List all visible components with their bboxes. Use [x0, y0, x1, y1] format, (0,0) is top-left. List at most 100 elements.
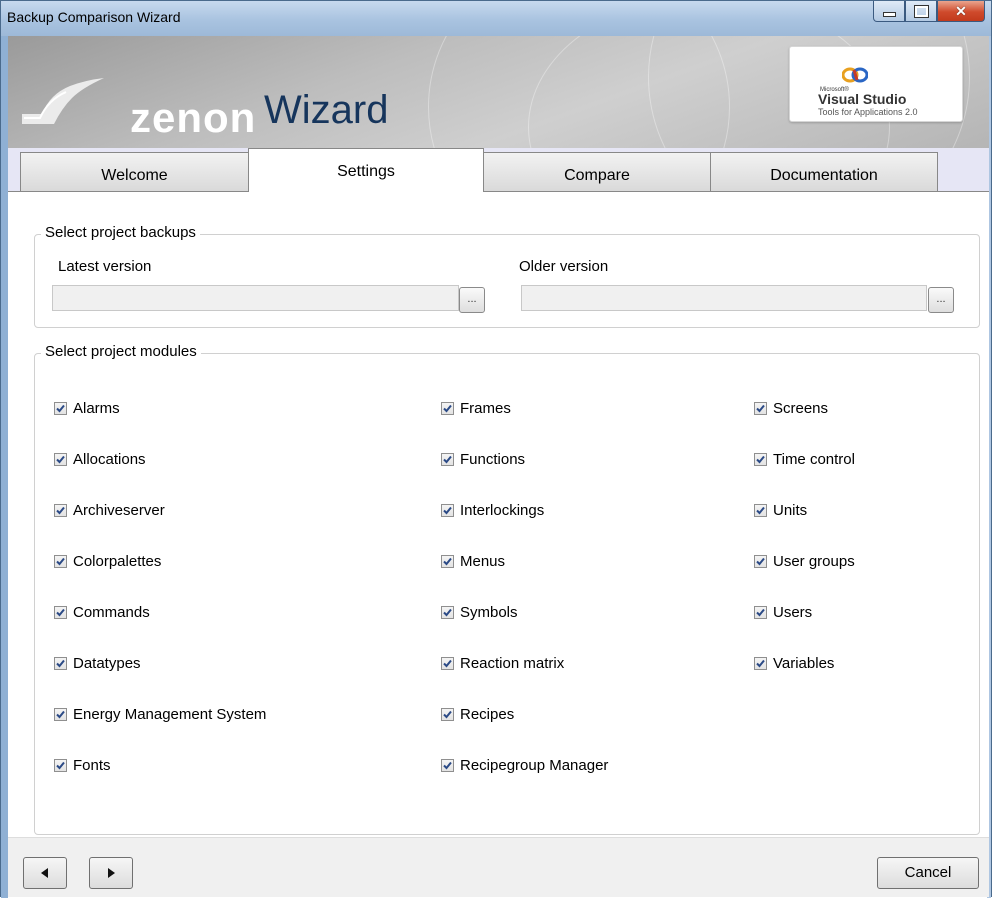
- module-checkbox-datatypes[interactable]: Datatypes: [54, 655, 141, 672]
- module-label: Recipes: [460, 706, 515, 723]
- module-checkbox-menus[interactable]: Menus: [441, 553, 505, 570]
- module-checkbox-screens[interactable]: Screens: [754, 400, 828, 417]
- module-label: Functions: [460, 451, 526, 468]
- module-checkbox-recipegroup-manager[interactable]: Recipegroup Manager: [441, 757, 608, 774]
- tab-documentation[interactable]: Documentation: [710, 152, 938, 192]
- project-backups-legend: Select project backups: [41, 224, 200, 241]
- title-bar: Backup Comparison Wizard ✕: [1, 1, 991, 36]
- module-checkbox-fonts[interactable]: Fonts: [54, 757, 111, 774]
- latest-version-field[interactable]: [52, 285, 459, 311]
- checkbox-icon[interactable]: [54, 606, 67, 619]
- module-checkbox-functions[interactable]: Functions: [441, 451, 525, 468]
- latest-browse-button[interactable]: ...: [459, 287, 485, 313]
- checkbox-icon[interactable]: [54, 453, 67, 466]
- caption-buttons: ✕: [873, 1, 985, 23]
- module-label: Fonts: [73, 757, 111, 774]
- module-checkbox-users[interactable]: Users: [754, 604, 812, 621]
- module-checkbox-variables[interactable]: Variables: [754, 655, 834, 672]
- module-label: Recipegroup Manager: [460, 757, 609, 774]
- tab-label: Documentation: [770, 167, 878, 184]
- module-checkbox-colorpalettes[interactable]: Colorpalettes: [54, 553, 161, 570]
- project-modules-group: Select project modules Alarms Allocations…: [34, 343, 980, 835]
- tab-label: Welcome: [101, 167, 168, 184]
- module-checkbox-commands[interactable]: Commands: [54, 604, 150, 621]
- checkbox-icon[interactable]: [54, 402, 67, 415]
- checkbox-icon[interactable]: [754, 402, 767, 415]
- checkbox-icon[interactable]: [54, 504, 67, 517]
- window-title: Backup Comparison Wizard: [7, 9, 181, 25]
- module-label: Interlockings: [460, 502, 545, 519]
- minimize-icon: [882, 11, 896, 17]
- latest-version-label: Latest version: [58, 258, 152, 275]
- module-label: Units: [773, 502, 808, 519]
- maximize-icon: [913, 4, 929, 18]
- checkbox-icon[interactable]: [441, 657, 454, 670]
- older-version-field[interactable]: [521, 285, 927, 311]
- module-label: Variables: [773, 655, 835, 672]
- product-name: Wizard: [264, 88, 389, 132]
- tab-strip: Welcome Settings Compare Documentation: [8, 148, 989, 192]
- brand-name: zenon: [130, 94, 257, 141]
- module-label: Symbols: [460, 604, 518, 621]
- vsta-logo-icon: [842, 67, 868, 83]
- checkbox-icon[interactable]: [754, 453, 767, 466]
- module-label: Allocations: [73, 451, 146, 468]
- module-checkbox-symbols[interactable]: Symbols: [441, 604, 518, 621]
- module-label: Datatypes: [73, 655, 141, 672]
- back-button[interactable]: [23, 857, 67, 889]
- module-label: Commands: [73, 604, 150, 621]
- tab-welcome[interactable]: Welcome: [20, 152, 249, 192]
- checkbox-icon[interactable]: [54, 708, 67, 721]
- zenon-logo-icon: [22, 78, 104, 124]
- checkbox-icon[interactable]: [441, 402, 454, 415]
- close-icon: ✕: [955, 2, 967, 19]
- checkbox-icon[interactable]: [54, 759, 67, 772]
- wizard-window: Backup Comparison Wizard ✕ zenon Wizard …: [0, 0, 992, 898]
- module-checkbox-archiveserver[interactable]: Archiveserver: [54, 502, 165, 519]
- checkbox-icon[interactable]: [754, 606, 767, 619]
- checkbox-icon[interactable]: [441, 555, 454, 568]
- module-checkbox-alarms[interactable]: Alarms: [54, 400, 120, 417]
- module-label: User groups: [773, 553, 855, 570]
- module-checkbox-energy-management-system[interactable]: Energy Management System: [54, 706, 266, 723]
- module-checkbox-user-groups[interactable]: User groups: [754, 553, 855, 570]
- tab-compare[interactable]: Compare: [483, 152, 711, 192]
- cancel-button[interactable]: Cancel: [877, 857, 979, 889]
- tab-label: Settings: [337, 163, 395, 180]
- module-checkbox-recipes[interactable]: Recipes: [441, 706, 514, 723]
- module-label: Energy Management System: [73, 706, 267, 723]
- module-checkbox-time-control[interactable]: Time control: [754, 451, 855, 468]
- checkbox-icon[interactable]: [441, 708, 454, 721]
- checkbox-icon[interactable]: [441, 759, 454, 772]
- minimize-button[interactable]: [873, 1, 905, 22]
- visual-studio-label: Visual Studio: [818, 91, 907, 107]
- module-label: Time control: [773, 451, 855, 468]
- module-checkbox-frames[interactable]: Frames: [441, 400, 511, 417]
- close-button[interactable]: ✕: [937, 1, 985, 22]
- checkbox-icon[interactable]: [54, 555, 67, 568]
- window-left-border: [1, 36, 8, 898]
- maximize-button[interactable]: [905, 1, 937, 22]
- checkbox-icon[interactable]: [754, 504, 767, 517]
- module-label: Menus: [460, 553, 506, 570]
- module-checkbox-interlockings[interactable]: Interlockings: [441, 502, 544, 519]
- module-checkbox-units[interactable]: Units: [754, 502, 807, 519]
- module-checkbox-allocations[interactable]: Allocations: [54, 451, 146, 468]
- checkbox-icon[interactable]: [441, 453, 454, 466]
- wizard-footer: Cancel: [8, 837, 989, 897]
- older-browse-button[interactable]: ...: [928, 287, 954, 313]
- checkbox-icon[interactable]: [441, 606, 454, 619]
- arrow-right-icon: [108, 868, 115, 878]
- visual-studio-badge: Microsoft® Visual Studio Tools for Appli…: [789, 46, 963, 122]
- module-checkbox-reaction-matrix[interactable]: Reaction matrix: [441, 655, 564, 672]
- project-backups-group: Select project backups Latest version ..…: [34, 224, 980, 328]
- module-label: Alarms: [73, 400, 120, 417]
- tab-settings[interactable]: Settings: [248, 148, 484, 192]
- older-version-label: Older version: [519, 258, 609, 275]
- checkbox-icon[interactable]: [754, 657, 767, 670]
- forward-button[interactable]: [89, 857, 133, 889]
- checkbox-icon[interactable]: [54, 657, 67, 670]
- checkbox-icon[interactable]: [754, 555, 767, 568]
- header-banner: zenon Wizard Microsoft® Visual Studio To…: [8, 36, 989, 148]
- checkbox-icon[interactable]: [441, 504, 454, 517]
